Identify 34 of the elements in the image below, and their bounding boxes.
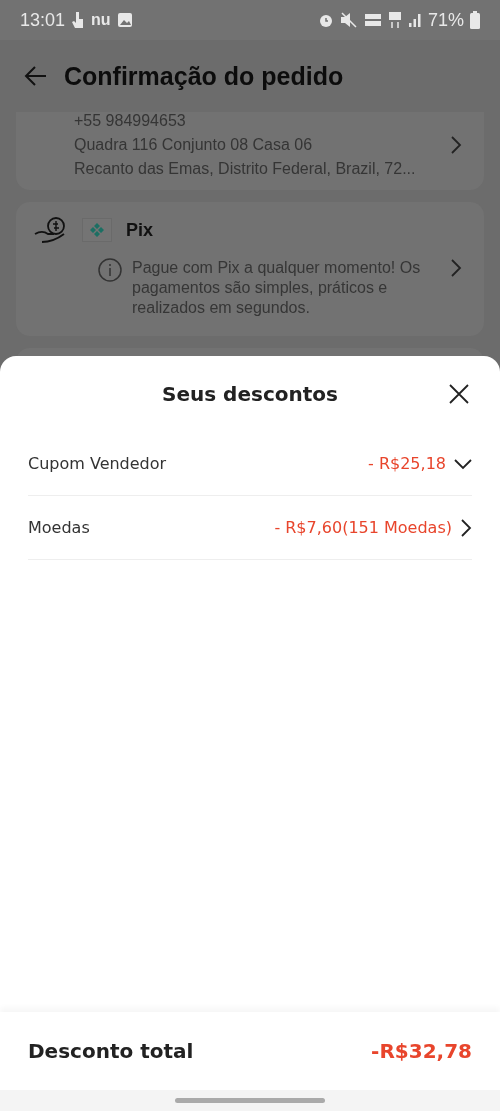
app-logo: nu — [91, 11, 111, 29]
hand-coin-icon — [34, 216, 68, 244]
payment-card[interactable]: Pix Pague com Pix a qualquer momento! Os pagamentos são simples, práticos e realizados em segundos. — [16, 202, 484, 336]
chevron-right-icon — [450, 258, 462, 278]
sheet-title: Seus descontos — [162, 382, 338, 406]
chevron-down-icon[interactable] — [454, 457, 472, 470]
close-button[interactable] — [448, 383, 470, 405]
address-line: Quadra 116 Conjunto 08 Casa 06 — [74, 136, 314, 154]
battery-percent: 71% — [427, 9, 464, 31]
hand-icon — [71, 11, 86, 29]
signal-icon — [407, 12, 422, 28]
address-line: Recanto das Emas, Distrito Federal, Brazil, 72... — [74, 160, 417, 178]
close-icon — [448, 383, 470, 405]
discount-amount: - R$7,60(151 Moedas) — [274, 518, 452, 537]
back-arrow-icon[interactable] — [24, 66, 48, 86]
total-amount: -R$32,78 — [371, 1039, 472, 1063]
discount-label: Moedas — [28, 518, 91, 537]
payment-method: Pix — [126, 219, 154, 241]
alarm-icon — [317, 12, 334, 28]
payment-note: Pague com Pix a qualquer momento! Os pagamentos são simples, práticos e realizados em segundos. — [132, 258, 422, 318]
pix-logo-icon — [90, 223, 104, 237]
address-card[interactable]: +55 984994653 Quadra 116 Conjunto 08 Casa 06 Recanto das Emas, Distrito Federal, Brazil, 72... — [16, 112, 484, 190]
image-icon — [116, 12, 133, 28]
phone-number: +55 984994653 — [74, 112, 187, 130]
mute-icon — [339, 12, 358, 28]
total-label: Desconto total — [28, 1039, 195, 1063]
page-title: Confirmação do pedido — [64, 61, 344, 91]
battery-icon — [470, 11, 480, 29]
discount-label: Cupom Vendedor — [28, 454, 168, 473]
chevron-right-icon — [450, 135, 462, 155]
discount-amount: - R$25,18 — [368, 454, 446, 473]
status-time: 13:01 — [20, 9, 66, 31]
chevron-right-icon[interactable] — [460, 518, 472, 537]
info-icon — [98, 258, 122, 282]
